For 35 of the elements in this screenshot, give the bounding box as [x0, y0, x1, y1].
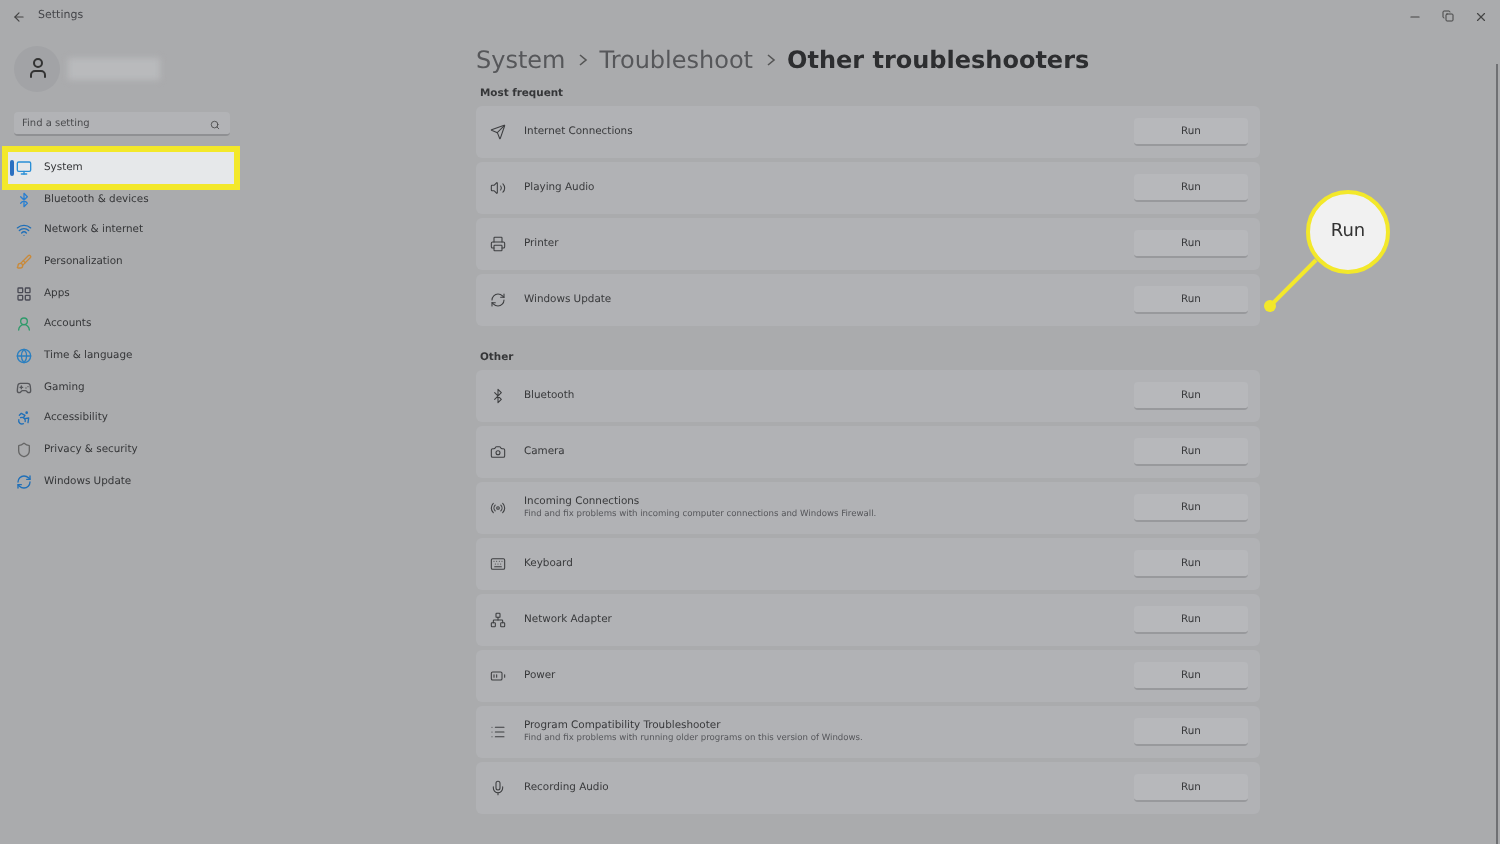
troubleshooter-icon	[490, 180, 506, 196]
troubleshooter-icon	[490, 668, 506, 684]
nav-icon	[16, 285, 32, 302]
nav-icon	[16, 191, 32, 208]
restore-icon[interactable]	[1442, 10, 1454, 22]
troubleshooter-icon	[490, 724, 506, 740]
breadcrumb-item: Other troubleshooters	[787, 46, 1090, 74]
nav-icon	[16, 347, 32, 364]
breadcrumb-item[interactable]: System	[476, 46, 566, 74]
nav-icon	[16, 410, 32, 427]
nav-icon	[16, 222, 32, 239]
nav-icon	[16, 442, 32, 459]
troubleshooter-icon	[490, 556, 506, 572]
avatar	[14, 45, 60, 91]
troubleshooter-icon	[490, 612, 506, 628]
nav-icon	[16, 316, 32, 333]
troubleshooter-icon	[490, 500, 506, 516]
troubleshooter-icon	[490, 444, 506, 460]
nav-icon	[16, 159, 32, 176]
troubleshooter-icon	[490, 124, 506, 140]
close-icon[interactable]	[1474, 9, 1488, 23]
breadcrumb-item[interactable]: Troubleshoot	[599, 46, 754, 74]
nav-icon	[16, 253, 32, 270]
leader-line	[1260, 256, 1320, 316]
search-icon	[210, 119, 220, 129]
chevron-icon	[577, 54, 588, 66]
nav-icon	[16, 473, 32, 490]
troubleshooter-icon	[490, 236, 506, 252]
troubleshooter-icon	[490, 388, 506, 404]
troubleshooter-icon	[490, 780, 506, 796]
back-icon[interactable]	[12, 9, 26, 23]
nav-icon	[16, 379, 32, 396]
chevron-icon	[765, 54, 776, 66]
callout-bubble: Run	[1306, 190, 1390, 274]
troubleshooter-icon	[490, 292, 506, 308]
